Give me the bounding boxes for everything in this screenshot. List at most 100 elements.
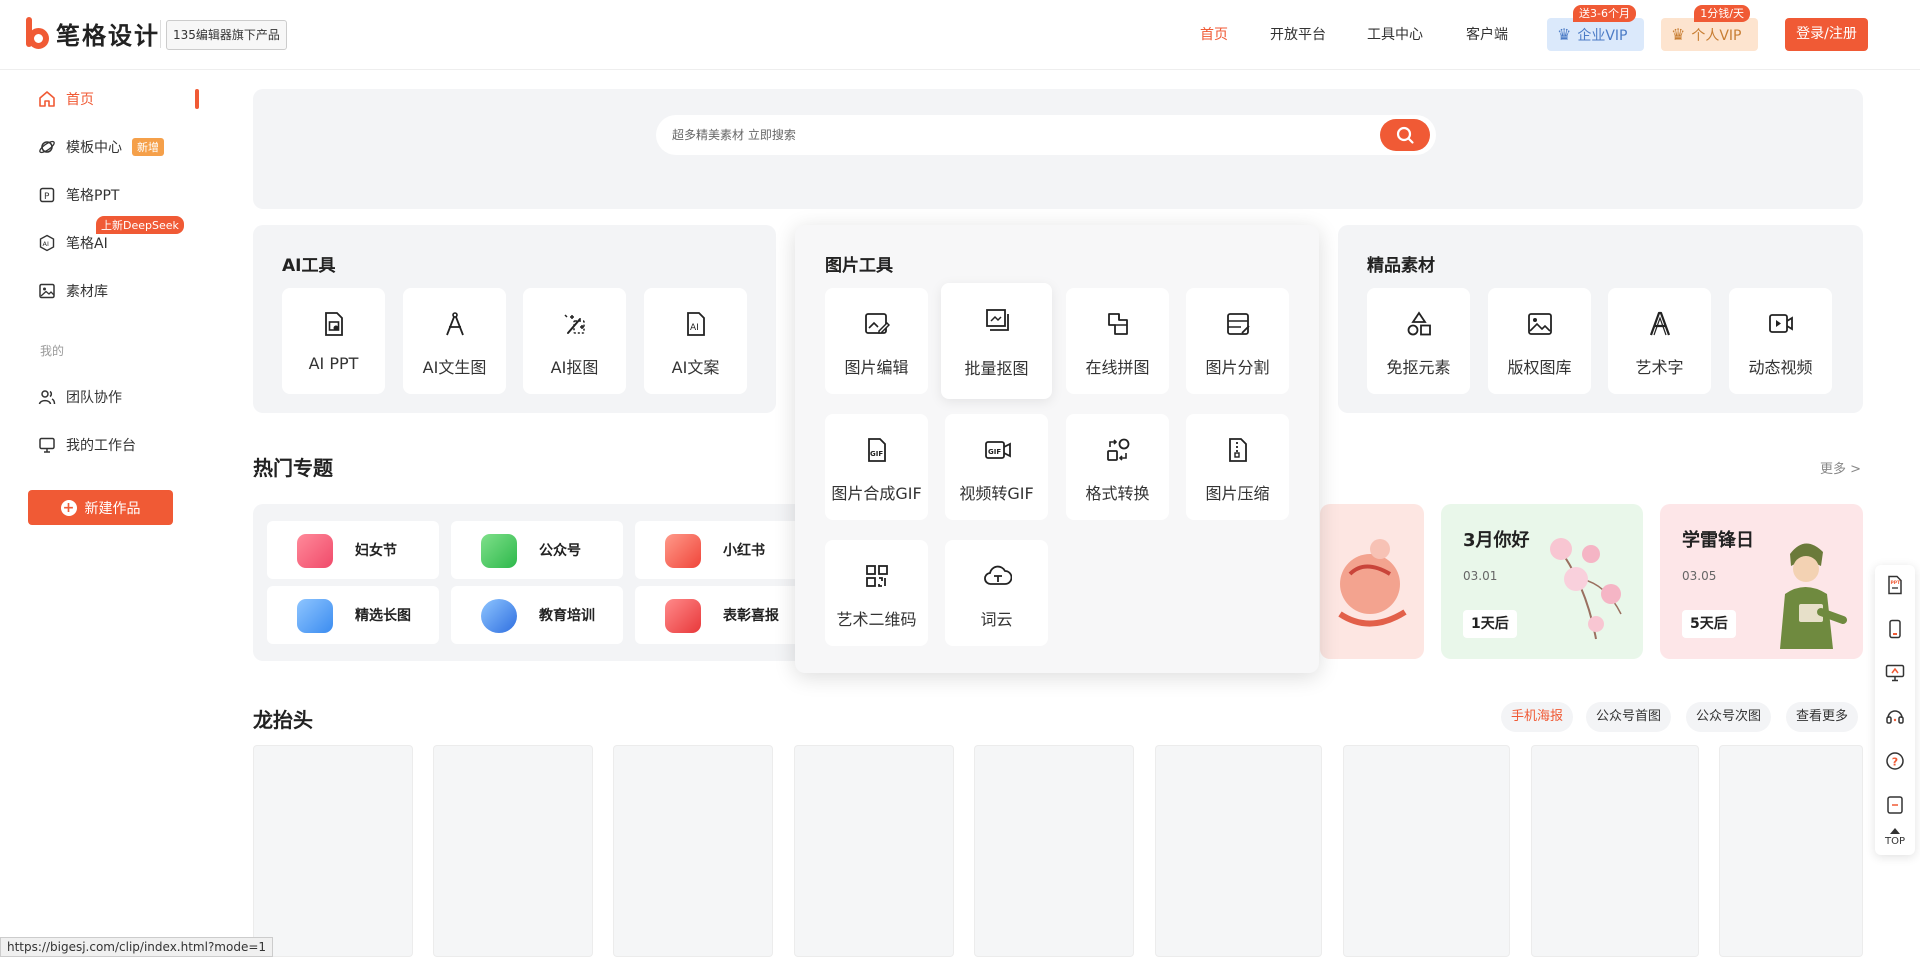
sidebar-item-assets[interactable]: 素材库 bbox=[38, 281, 108, 301]
commendation-icon bbox=[665, 599, 701, 633]
tool-label: 图片编辑 bbox=[844, 358, 909, 377]
tool-label: 免抠元素 bbox=[1386, 358, 1451, 377]
feedback-icon[interactable] bbox=[1885, 795, 1905, 815]
tool-label: AI抠图 bbox=[550, 358, 599, 377]
nav-tool-center[interactable]: 工具中心 bbox=[1367, 24, 1423, 44]
nav-home[interactable]: 首页 bbox=[1200, 24, 1228, 44]
template-placeholder[interactable] bbox=[1719, 745, 1863, 957]
sidebar-item-team[interactable]: 团队协作 bbox=[38, 387, 122, 407]
promo-card-lei-feng[interactable]: 学雷锋日 03.05 5天后 bbox=[1660, 504, 1863, 659]
filter-wechat-secondary[interactable]: 公众号次图 bbox=[1686, 702, 1772, 732]
sidebar-item-ppt[interactable]: P 笔格PPT bbox=[38, 185, 119, 205]
tool-free-elements[interactable]: 免抠元素 bbox=[1367, 288, 1470, 394]
tool-batch-cutout[interactable]: 批量抠图 bbox=[941, 283, 1052, 399]
template-placeholder[interactable] bbox=[1531, 745, 1699, 957]
topic-label: 小红书 bbox=[723, 543, 765, 559]
filter-mobile-poster[interactable]: 手机海报 bbox=[1501, 702, 1574, 732]
svg-text:AI: AI bbox=[43, 240, 49, 248]
word-cloud-icon bbox=[984, 565, 1012, 585]
sidebar-item-workbench[interactable]: 我的工作台 bbox=[38, 435, 136, 455]
tool-online-collage[interactable]: 在线拼图 bbox=[1066, 288, 1169, 394]
tool-art-qrcode[interactable]: 艺术二维码 bbox=[825, 540, 928, 646]
template-placeholder[interactable] bbox=[1155, 745, 1322, 957]
tool-image-compress[interactable]: 图片压缩 bbox=[1186, 414, 1289, 520]
template-placeholder[interactable] bbox=[1343, 745, 1510, 957]
topic-commendation[interactable]: 表彰喜报 bbox=[635, 586, 807, 644]
promo-card-dragon[interactable] bbox=[1320, 504, 1424, 659]
new-work-button[interactable]: + 新建作品 bbox=[28, 490, 173, 525]
tool-image-split[interactable]: 图片分割 bbox=[1186, 288, 1289, 394]
tool-label: 批量抠图 bbox=[964, 359, 1029, 378]
tool-image-to-gif[interactable]: GIF 图片合成GIF bbox=[825, 414, 928, 520]
filter-view-more[interactable]: 查看更多 bbox=[1786, 702, 1859, 732]
enterprise-vip-button[interactable]: ♛ 企业VIP 送3-6个月 bbox=[1547, 5, 1644, 51]
sidebar-item-ai[interactable]: AI 笔格AI bbox=[38, 233, 108, 253]
template-placeholder[interactable] bbox=[613, 745, 773, 957]
tool-ai-ppt[interactable]: AI PPT bbox=[282, 288, 385, 394]
new-badge: 新增 bbox=[132, 138, 164, 156]
back-to-top-label[interactable]: TOP bbox=[1875, 837, 1915, 847]
topic-long-image[interactable]: 精选长图 bbox=[267, 586, 439, 644]
tool-image-edit[interactable]: 图片编辑 bbox=[825, 288, 928, 394]
new-work-label: 新建作品 bbox=[84, 500, 141, 517]
tool-word-cloud[interactable]: 词云 bbox=[945, 540, 1048, 646]
dragon-illustration-icon bbox=[1338, 539, 1407, 627]
personal-vip-label: 个人VIP bbox=[1691, 27, 1742, 44]
sidebar-item-label: 素材库 bbox=[66, 284, 108, 300]
tool-motion-video[interactable]: 动态视频 bbox=[1729, 288, 1832, 394]
tool-label: AI文案 bbox=[671, 358, 720, 377]
hot-topics-more-link[interactable]: 更多 > bbox=[1820, 458, 1861, 477]
tool-ai-cutout[interactable]: AI抠图 bbox=[523, 288, 626, 394]
customer-service-icon[interactable] bbox=[1885, 707, 1905, 727]
personal-vip-tag: 1分钱/天 bbox=[1694, 5, 1750, 22]
topic-education[interactable]: 教育培训 bbox=[451, 586, 623, 644]
shapes-icon bbox=[1407, 311, 1431, 336]
template-placeholder[interactable] bbox=[253, 745, 413, 957]
search-icon bbox=[1396, 126, 1414, 144]
logo-divider bbox=[160, 20, 161, 48]
home-icon bbox=[39, 91, 55, 107]
logo-text: 笔格设计 bbox=[56, 22, 160, 50]
tool-ai-copywriting[interactable]: AI AI文案 bbox=[644, 288, 747, 394]
nav-open-platform[interactable]: 开放平台 bbox=[1270, 24, 1326, 44]
tool-art-text[interactable]: 艺术字 bbox=[1608, 288, 1711, 394]
logo[interactable]: 笔格设计 bbox=[24, 16, 160, 51]
tool-format-convert[interactable]: 格式转换 bbox=[1066, 414, 1169, 520]
tool-ai-text-to-image[interactable]: AI文生图 bbox=[403, 288, 506, 394]
topic-womens-day[interactable]: 妇女节 bbox=[267, 521, 439, 579]
template-placeholder[interactable] bbox=[974, 745, 1134, 957]
search-input[interactable] bbox=[672, 115, 1352, 155]
topic-xiaohongshu[interactable]: 小红书 bbox=[635, 521, 807, 579]
promo-date: 03.01 bbox=[1463, 569, 1498, 583]
template-placeholder[interactable] bbox=[794, 745, 954, 957]
login-register-button[interactable]: 登录/注册 bbox=[1785, 18, 1868, 51]
ppt-file-icon[interactable]: PPT bbox=[1885, 575, 1905, 595]
tool-label: 格式转换 bbox=[1085, 484, 1150, 503]
tool-copyright-gallery[interactable]: 版权图库 bbox=[1488, 288, 1591, 394]
collage-icon bbox=[1108, 313, 1128, 335]
personal-vip-button[interactable]: ♛ 个人VIP 1分钱/天 bbox=[1661, 5, 1758, 51]
education-icon bbox=[481, 599, 517, 633]
enterprise-vip-label: 企业VIP bbox=[1577, 27, 1628, 44]
search-button[interactable] bbox=[1380, 119, 1430, 151]
search-box bbox=[656, 115, 1436, 155]
image-tools-title: 图片工具 bbox=[825, 256, 893, 276]
mobile-icon[interactable] bbox=[1885, 619, 1905, 639]
ai-hexagon-icon: AI bbox=[39, 234, 55, 252]
tool-video-to-gif[interactable]: GIF 视频转GIF bbox=[945, 414, 1048, 520]
monitor-icon bbox=[39, 437, 55, 453]
deepseek-badge: 上新DeepSeek bbox=[96, 216, 184, 234]
tool-label: 动态视频 bbox=[1748, 358, 1813, 377]
topic-label: 妇女节 bbox=[355, 543, 397, 559]
sidebar-item-templates[interactable]: 模板中心 新增 bbox=[38, 137, 164, 157]
arrow-up-icon[interactable] bbox=[1889, 827, 1901, 835]
hot-topics-panel: 妇女节 公众号 小红书 精选长图 教育培训 表彰喜报 bbox=[253, 504, 813, 661]
sidebar-item-home[interactable]: 首页 bbox=[38, 89, 94, 109]
template-placeholder[interactable] bbox=[433, 745, 593, 957]
topic-wechat[interactable]: 公众号 bbox=[451, 521, 623, 579]
desktop-client-icon[interactable] bbox=[1885, 663, 1905, 683]
help-icon[interactable]: ? bbox=[1885, 751, 1905, 771]
promo-card-march[interactable]: 3月你好 03.01 1天后 bbox=[1441, 504, 1643, 659]
nav-client[interactable]: 客户端 bbox=[1466, 24, 1508, 44]
filter-wechat-cover[interactable]: 公众号首图 bbox=[1586, 702, 1672, 732]
